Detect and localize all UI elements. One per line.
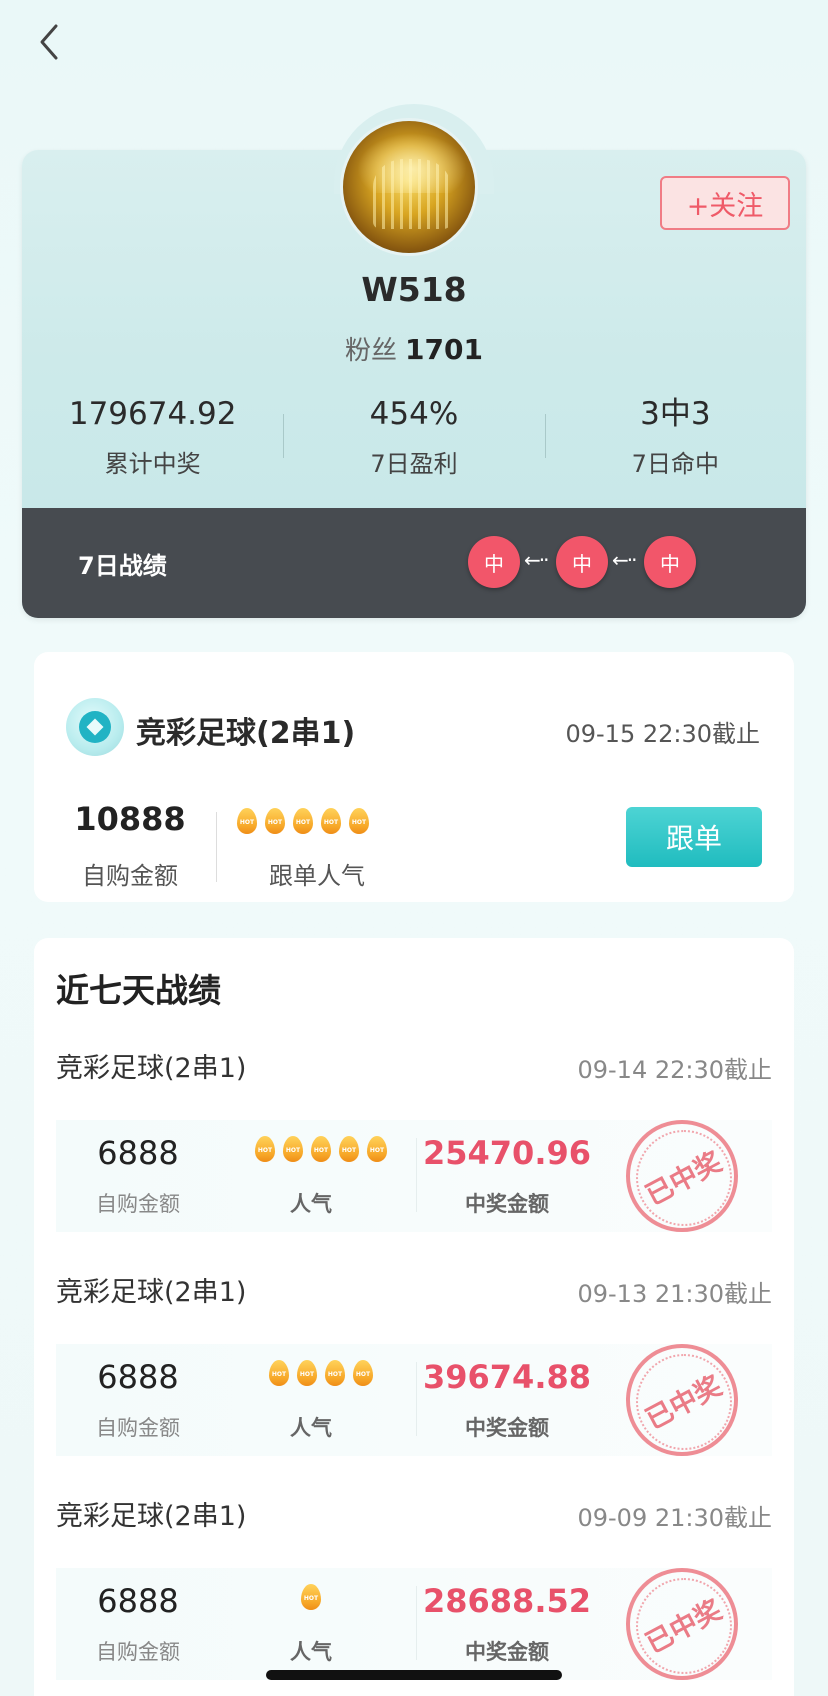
- record-row[interactable]: 6888 自购金额 人气 39674.88 中奖金额 已中奖: [56, 1344, 772, 1456]
- divider: [416, 1586, 417, 1660]
- divider: [416, 1362, 417, 1436]
- hot-flame-icon: [252, 1134, 278, 1164]
- hot-flame-icon: [346, 806, 372, 836]
- hot-flame-icon: [336, 1134, 362, 1164]
- hot-flame-icon: [308, 1134, 334, 1164]
- history-heading: 近七天战绩: [56, 971, 221, 1010]
- hit-badge: 中: [468, 536, 520, 588]
- follow-button[interactable]: +关注: [660, 176, 790, 230]
- stat-label: 7日盈利: [370, 450, 458, 478]
- username: W518: [361, 270, 467, 309]
- arrow-left-icon: ←··: [612, 548, 638, 572]
- record-amount-label: 自购金额: [96, 1192, 180, 1216]
- stat-total-winnings: 179674.92 累计中奖: [22, 392, 283, 492]
- history-card: 近七天战绩 竞彩足球(2串1) 09-14 22:30截止 6888 自购金额 …: [34, 938, 794, 1696]
- popularity-flames: [298, 1582, 324, 1612]
- follow-order-button[interactable]: 跟单: [626, 807, 762, 867]
- arrow-left-icon: ←··: [524, 548, 550, 572]
- fans-label: 粉丝: [345, 336, 398, 366]
- record-win-label: 中奖金额: [465, 1416, 549, 1440]
- divider: [416, 1138, 417, 1212]
- hot-flame-icon: [266, 1358, 292, 1388]
- record-title: 竞彩足球(2串1): [56, 1053, 247, 1084]
- hot-flame-icon: [262, 806, 288, 836]
- record-popularity-label: 人气: [290, 1416, 332, 1440]
- record-amount-label: 自购金额: [96, 1416, 180, 1440]
- record-row[interactable]: 6888 自购金额 人气 28688.52 中奖金额 已中奖: [56, 1568, 772, 1680]
- stat-value: 179674.92: [68, 396, 237, 432]
- record-label: 7日战绩: [78, 552, 167, 580]
- stamp-text: 已中奖: [640, 1593, 727, 1660]
- record-amount-label: 自购金额: [96, 1640, 180, 1664]
- record-amount: 6888: [97, 1358, 179, 1396]
- hit-badge: 中: [556, 536, 608, 588]
- fans-count: 1701: [405, 333, 483, 366]
- won-stamp: 已中奖: [626, 1120, 738, 1232]
- stat-label: 7日命中: [631, 450, 719, 478]
- back-button[interactable]: [32, 22, 72, 62]
- record-win-label: 中奖金额: [465, 1192, 549, 1216]
- hot-flame-icon: [350, 1358, 376, 1388]
- record-popularity-label: 人气: [290, 1640, 332, 1664]
- bet-title: 竞彩足球(2串1): [136, 716, 356, 751]
- record-bar: 7日战绩 中 ←·· 中 ←·· 中: [22, 508, 806, 618]
- popularity-flames: [234, 806, 372, 836]
- stat-label: 累计中奖: [104, 450, 201, 478]
- fans-info: 粉丝 1701: [0, 330, 828, 367]
- hot-flame-icon: [280, 1134, 306, 1164]
- hot-flame-icon: [298, 1582, 324, 1612]
- stat-value: 454%: [369, 396, 459, 432]
- record-title: 竞彩足球(2串1): [56, 1277, 247, 1308]
- record-deadline: 09-14 22:30截止: [577, 1056, 772, 1084]
- record-win-amount: 25470.96: [422, 1134, 591, 1172]
- hit-badge: 中: [644, 536, 696, 588]
- record-popularity-label: 人气: [290, 1192, 332, 1216]
- stats-row: 179674.92 累计中奖 454% 7日盈利 3中3 7日命中: [22, 392, 806, 492]
- stamp-text: 已中奖: [640, 1369, 727, 1436]
- bet-deadline: 09-15 22:30截止: [565, 720, 760, 748]
- popularity-flames: [252, 1134, 390, 1164]
- avatar[interactable]: [340, 118, 478, 256]
- hot-flame-icon: [322, 1358, 348, 1388]
- record-win-amount: 28688.52: [422, 1582, 591, 1620]
- stat-7day-profit: 454% 7日盈利: [283, 392, 544, 492]
- football-icon: [66, 698, 124, 756]
- stat-7day-hits: 3中3 7日命中: [544, 392, 806, 492]
- chevron-left-icon: [40, 24, 58, 60]
- record-title: 竞彩足球(2串1): [56, 1501, 247, 1532]
- hot-flame-icon: [294, 1358, 320, 1388]
- record-win-label: 中奖金额: [465, 1640, 549, 1664]
- hot-flame-icon: [290, 806, 316, 836]
- won-stamp: 已中奖: [626, 1568, 738, 1680]
- current-bet-card[interactable]: 竞彩足球(2串1) 09-15 22:30截止 10888 自购金额 跟单人气 …: [34, 652, 794, 902]
- bet-amount-label: 自购金额: [82, 862, 178, 890]
- bet-amount: 10888: [74, 800, 186, 838]
- record-amount: 6888: [97, 1582, 179, 1620]
- home-indicator: [266, 1670, 562, 1680]
- won-stamp: 已中奖: [626, 1344, 738, 1456]
- record-win-amount: 39674.88: [422, 1358, 591, 1396]
- record-row[interactable]: 6888 自购金额 人气 25470.96 中奖金额 已中奖: [56, 1120, 772, 1232]
- divider: [216, 812, 217, 882]
- record-deadline: 09-09 21:30截止: [577, 1504, 772, 1532]
- stat-value: 3中3: [640, 396, 711, 432]
- record-deadline: 09-13 21:30截止: [577, 1280, 772, 1308]
- popularity-flames: [266, 1358, 376, 1388]
- hot-flame-icon: [318, 806, 344, 836]
- stamp-text: 已中奖: [640, 1145, 727, 1212]
- record-amount: 6888: [97, 1134, 179, 1172]
- hot-flame-icon: [234, 806, 260, 836]
- hot-flame-icon: [364, 1134, 390, 1164]
- popularity-label: 跟单人气: [269, 862, 365, 890]
